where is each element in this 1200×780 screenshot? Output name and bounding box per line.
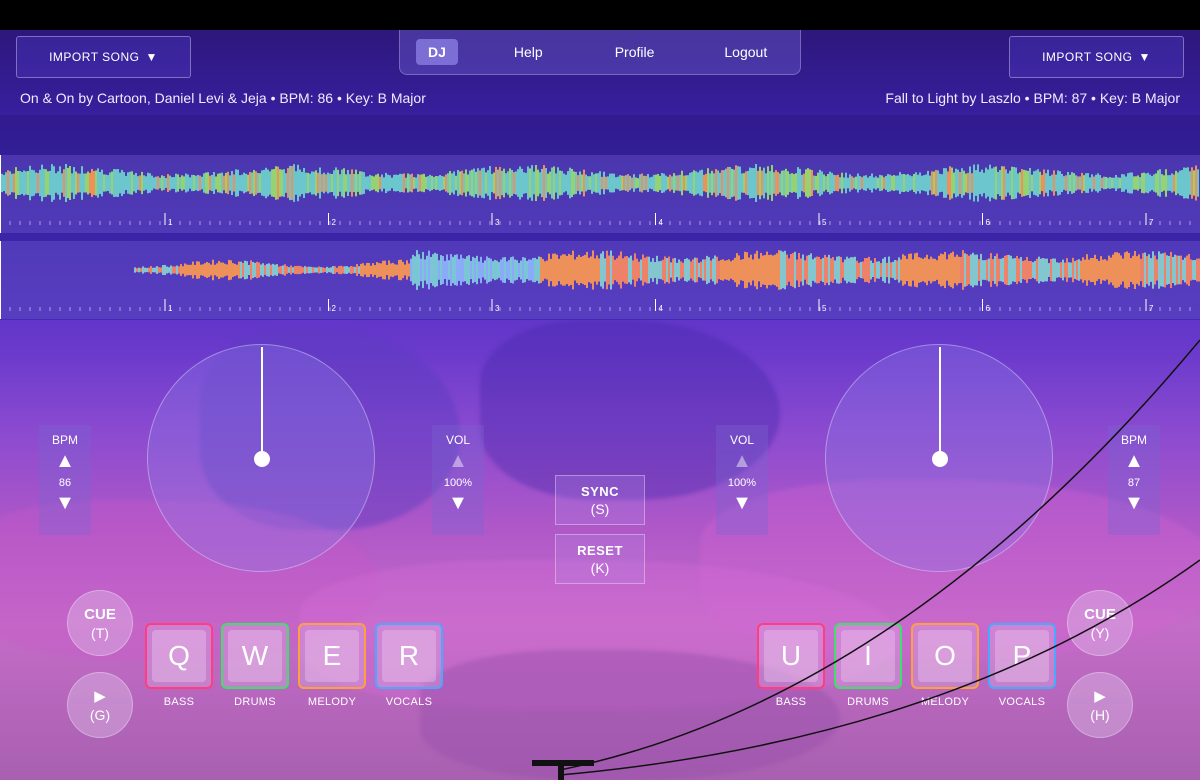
nav-dj[interactable]: DJ — [416, 39, 458, 65]
jog-wheel-left[interactable] — [147, 344, 375, 572]
bpm-label: BPM — [51, 433, 78, 447]
jog-wheel-right[interactable] — [825, 344, 1053, 572]
pad-label: DRUMS — [847, 696, 889, 708]
bar-number-label: 2 — [332, 218, 337, 227]
vol-up-arrow-icon[interactable]: ▲ — [448, 451, 468, 471]
bar-number-label: 1 — [168, 218, 173, 227]
jog-pivot — [254, 451, 270, 467]
nav-help[interactable]: Help — [514, 44, 543, 60]
pad-drums-left[interactable]: W — [221, 623, 289, 689]
bar-number-label: 3 — [495, 218, 500, 227]
cue-button-left[interactable]: CUE (T) — [67, 590, 133, 656]
bar-number-label: 5 — [822, 218, 827, 227]
bpm-up-arrow-icon[interactable]: ▲ — [1124, 451, 1144, 471]
pad-bass-left[interactable]: Q — [145, 623, 213, 689]
main-nav: DJ Help Profile Logout — [399, 30, 801, 75]
song-info-right: Fall to Light by Laszlo • BPM: 87 • Key:… — [885, 90, 1180, 106]
bar-number-label: 6 — [986, 218, 991, 227]
bar-number-label: 4 — [659, 218, 664, 227]
bpm-value: 87 — [1127, 477, 1141, 489]
pad-drums-right[interactable]: I — [834, 623, 902, 689]
reset-button[interactable]: RESET (K) — [555, 534, 645, 584]
pad-label: BASS — [163, 696, 195, 708]
vol-down-arrow-icon[interactable]: ▼ — [448, 493, 468, 513]
bar-number-label: 2 — [332, 304, 337, 313]
vol-control-right: VOL ▲ 100% ▼ — [716, 425, 768, 535]
import-song-button-left[interactable]: IMPORT SONG ▼ — [16, 36, 191, 78]
bpm-up-arrow-icon[interactable]: ▲ — [55, 451, 75, 471]
vol-label: VOL — [445, 433, 470, 447]
jog-needle — [939, 347, 941, 459]
bpm-control-left: BPM ▲ 86 ▼ — [39, 425, 91, 535]
pad-label: VOCALS — [998, 696, 1046, 708]
bar-number-label: 3 — [495, 304, 500, 313]
play-icon: ▶ — [1094, 688, 1106, 705]
play-icon: ▶ — [94, 688, 106, 705]
pad-vocals-right[interactable]: P — [988, 623, 1056, 689]
bar-number-label: 7 — [1149, 218, 1154, 227]
pad-label: BASS — [775, 696, 807, 708]
vol-value: 100% — [727, 477, 757, 489]
sync-button[interactable]: SYNC (S) — [555, 475, 645, 525]
pad-melody-right[interactable]: O — [911, 623, 979, 689]
waveform-area[interactable]: 1 2 3 4 5 6 7 1 2 3 4 5 6 7 — [0, 115, 1200, 320]
pad-vocals-left[interactable]: R — [375, 623, 443, 689]
vol-label: VOL — [729, 433, 754, 447]
bpm-value: 86 — [58, 477, 72, 489]
bar-number-label: 7 — [1149, 304, 1154, 313]
bar-number-label: 5 — [822, 304, 827, 313]
top-black-bar — [0, 0, 1200, 30]
pad-melody-left[interactable]: E — [298, 623, 366, 689]
bar-number-label: 6 — [986, 304, 991, 313]
bpm-control-right: BPM ▲ 87 ▼ — [1108, 425, 1160, 535]
pad-label: DRUMS — [234, 696, 276, 708]
vol-value: 100% — [443, 477, 473, 489]
import-song-button-right[interactable]: IMPORT SONG ▼ — [1009, 36, 1184, 78]
chevron-down-icon: ▼ — [1138, 50, 1151, 64]
bar-number-label: 4 — [659, 304, 664, 313]
bpm-down-arrow-icon[interactable]: ▼ — [55, 493, 75, 513]
cue-button-right[interactable]: CUE (Y) — [1067, 590, 1133, 656]
vol-control-left: VOL ▲ 100% ▼ — [432, 425, 484, 535]
play-button-right[interactable]: ▶ (H) — [1067, 672, 1133, 738]
vol-up-arrow-icon[interactable]: ▲ — [732, 451, 752, 471]
jog-pivot — [932, 451, 948, 467]
bar-number-label: 1 — [168, 304, 173, 313]
nav-logout[interactable]: Logout — [724, 44, 767, 60]
bpm-label: BPM — [1120, 433, 1147, 447]
nav-profile[interactable]: Profile — [615, 44, 655, 60]
jog-needle — [261, 347, 263, 459]
play-button-left[interactable]: ▶ (G) — [67, 672, 133, 738]
pad-label: MELODY — [307, 696, 357, 708]
pad-label: VOCALS — [385, 696, 433, 708]
chevron-down-icon: ▼ — [145, 50, 158, 64]
pad-bass-right[interactable]: U — [757, 623, 825, 689]
song-info-left: On & On by Cartoon, Daniel Levi & Jeja •… — [20, 90, 426, 106]
vol-down-arrow-icon[interactable]: ▼ — [732, 493, 752, 513]
pad-label: MELODY — [920, 696, 970, 708]
bpm-down-arrow-icon[interactable]: ▼ — [1124, 493, 1144, 513]
